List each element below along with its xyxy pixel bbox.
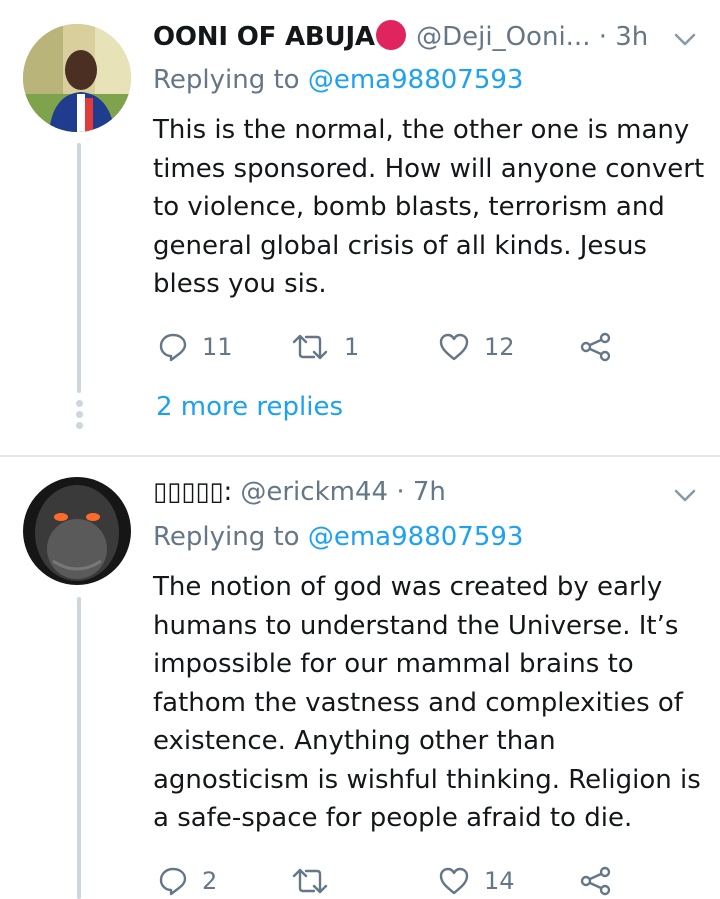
author-handle[interactable]: @erickm44 [240, 477, 388, 507]
retweet-button[interactable]: 1 [290, 332, 359, 362]
avatar[interactable] [23, 24, 131, 132]
retweet-icon [292, 868, 328, 894]
replying-mention[interactable]: @ema98807593 [308, 522, 524, 552]
thread-line [77, 143, 81, 393]
like-button[interactable]: 14 [438, 866, 515, 896]
chevron-down-icon[interactable] [673, 488, 697, 504]
replying-to: Replying to @ema98807593 [153, 64, 523, 96]
reply-count: 11 [202, 333, 233, 361]
reply-button[interactable]: 2 [158, 866, 217, 896]
like-button[interactable]: 12 [438, 332, 515, 362]
tweet-text: The notion of god was created by early h… [153, 572, 701, 833]
author-handle[interactable]: @Deji_Ooni... [416, 22, 590, 52]
replying-prefix: Replying to [153, 522, 300, 552]
tweet-text: This is the normal, the other one is man… [153, 115, 705, 299]
divider [0, 455, 720, 457]
timestamp[interactable]: · 3h [599, 22, 649, 52]
replying-to: Replying to @ema98807593 [153, 521, 523, 553]
replying-mention[interactable]: @ema98807593 [308, 65, 524, 95]
avatar[interactable] [23, 477, 131, 585]
more-replies-link[interactable]: 2 more replies [156, 392, 343, 422]
reply-count: 2 [202, 867, 218, 895]
tweet-header: ▯▯▯▯▯: @erickm44 · 7h [153, 476, 446, 508]
reply-button[interactable]: 11 [158, 332, 233, 362]
red-circle-icon [375, 20, 406, 50]
tweet-header: OONI OF ABUJA @Deji_Ooni... · 3h [153, 20, 648, 53]
share-icon [580, 866, 611, 896]
like-icon [439, 867, 469, 895]
like-icon [439, 333, 469, 361]
author-name[interactable]: OONI OF ABUJA [153, 22, 375, 52]
thread-line [77, 597, 81, 899]
timestamp[interactable]: · 7h [396, 477, 446, 507]
retweet-count: 1 [344, 333, 360, 361]
share-button[interactable] [580, 332, 612, 362]
like-count: 12 [484, 333, 515, 361]
thread-dots [75, 398, 83, 431]
retweet-button[interactable] [290, 866, 344, 896]
author-name[interactable]: ▯▯▯▯▯: [153, 477, 232, 507]
reply-icon [159, 867, 187, 896]
retweet-icon [292, 334, 328, 360]
replying-prefix: Replying to [153, 65, 300, 95]
share-icon [580, 332, 611, 362]
reply-icon [159, 333, 187, 362]
like-count: 14 [484, 867, 515, 895]
share-button[interactable] [580, 866, 612, 896]
chevron-down-icon[interactable] [673, 32, 697, 48]
